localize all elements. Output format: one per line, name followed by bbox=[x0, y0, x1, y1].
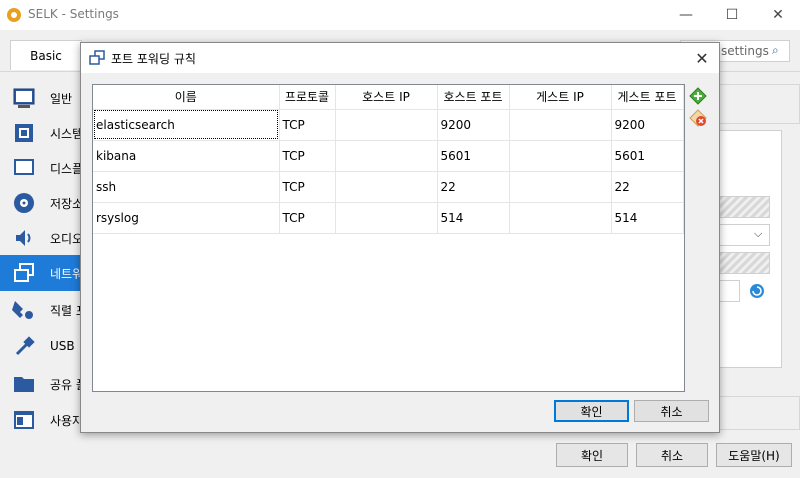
rules-table[interactable]: 이름 프로토콜 호스트 IP 호스트 포트 게스트 IP 게스트 포트 elas… bbox=[92, 84, 685, 392]
sidebar-item-audio[interactable]: 오디오 bbox=[0, 220, 83, 256]
cell-protocol[interactable]: TCP bbox=[279, 140, 336, 172]
cell-protocol[interactable]: TCP bbox=[279, 202, 336, 234]
audio-icon bbox=[16, 230, 31, 246]
cell-host-port[interactable]: 9200 bbox=[437, 109, 510, 141]
refresh-icon[interactable] bbox=[748, 282, 766, 300]
table-row[interactable]: rsyslog TCP 514 514 bbox=[93, 202, 684, 234]
cell-name[interactable]: rsyslog bbox=[93, 202, 280, 234]
minimize-button[interactable]: — bbox=[666, 0, 706, 30]
sidebar-item-user-interface[interactable]: 사용자 인터페이스 bbox=[0, 402, 142, 438]
cell-host-port[interactable]: 5601 bbox=[437, 140, 510, 172]
column-header-protocol[interactable]: 프로토콜 bbox=[279, 85, 336, 110]
cell-host-ip[interactable] bbox=[335, 202, 438, 234]
column-header-host-ip[interactable]: 호스트 IP bbox=[335, 85, 438, 110]
sidebar-item-usb[interactable]: USB bbox=[0, 329, 80, 365]
dialog-ok-button[interactable]: 확인 bbox=[554, 400, 629, 422]
sidebar: 일반 시스템 디스플레이 저장소 오디오 네트워크 직렬 포트 USB 공유 폴… bbox=[0, 72, 142, 478]
cell-guest-port[interactable]: 22 bbox=[611, 171, 684, 203]
column-header-guest-port[interactable]: 게스트 포트 bbox=[611, 85, 684, 110]
text-field[interactable] bbox=[718, 280, 740, 302]
shared-folder-icon bbox=[14, 377, 34, 392]
sidebar-item-display[interactable]: 디스플레이 bbox=[0, 150, 105, 186]
cell-guest-ip[interactable] bbox=[509, 171, 612, 203]
system-icon bbox=[15, 124, 33, 142]
network-panel-body bbox=[718, 130, 782, 368]
close-window-button[interactable]: ✕ bbox=[758, 0, 798, 30]
sidebar-item-general[interactable]: 일반 bbox=[0, 80, 80, 116]
disabled-field bbox=[718, 196, 770, 218]
cell-guest-ip[interactable] bbox=[509, 140, 612, 172]
search-icon[interactable]: ⌕ bbox=[772, 43, 779, 58]
ok-button[interactable]: 확인 bbox=[556, 443, 628, 467]
cell-host-ip[interactable] bbox=[335, 109, 438, 141]
cell-guest-ip[interactable] bbox=[509, 202, 612, 234]
close-icon[interactable]: ✕ bbox=[691, 47, 713, 69]
cell-host-port[interactable]: 514 bbox=[437, 202, 510, 234]
usb-icon bbox=[15, 336, 35, 356]
cell-name[interactable]: elasticsearch bbox=[93, 109, 280, 141]
sidebar-item-serial-port[interactable]: 직렬 포트 bbox=[0, 292, 98, 328]
serial-port-icon bbox=[12, 301, 33, 319]
cell-host-ip[interactable] bbox=[335, 140, 438, 172]
display-icon bbox=[14, 159, 34, 175]
column-header-name[interactable]: 이름 bbox=[93, 85, 280, 110]
table-row[interactable]: ssh TCP 22 22 bbox=[93, 171, 684, 203]
table-header-row: 이름 프로토콜 호스트 IP 호스트 포트 게스트 IP 게스트 포트 bbox=[93, 85, 684, 110]
sidebar-item-storage[interactable]: 저장소 bbox=[0, 185, 83, 221]
cell-name[interactable]: kibana bbox=[93, 140, 280, 172]
window-title: SELK - Settings bbox=[28, 7, 119, 21]
disabled-field-2 bbox=[718, 252, 770, 274]
network-panel-header bbox=[718, 84, 800, 124]
table-row[interactable]: elasticsearch TCP 9200 9200 bbox=[93, 109, 684, 141]
network-panel-footer bbox=[718, 396, 800, 430]
cell-guest-port[interactable]: 5601 bbox=[611, 140, 684, 172]
cell-guest-port[interactable]: 514 bbox=[611, 202, 684, 234]
cell-protocol[interactable]: TCP bbox=[279, 171, 336, 203]
sidebar-item-system[interactable]: 시스템 bbox=[0, 115, 83, 151]
tab-basic[interactable]: Basic bbox=[10, 40, 82, 70]
cell-host-ip[interactable] bbox=[335, 171, 438, 203]
maximize-button[interactable]: ☐ bbox=[712, 0, 752, 30]
cell-guest-port[interactable]: 9200 bbox=[611, 109, 684, 141]
chevron-down-icon: ⌵ bbox=[754, 227, 763, 240]
column-header-host-port[interactable]: 호스트 포트 bbox=[437, 85, 510, 110]
cell-host-port[interactable]: 22 bbox=[437, 171, 510, 203]
dialog-titlebar: 포트 포워딩 규칙 ✕ bbox=[81, 43, 719, 73]
storage-icon bbox=[14, 193, 34, 213]
sidebar-item-shared-folder[interactable]: 공유 폴더 bbox=[0, 366, 98, 402]
port-forwarding-dialog: 포트 포워딩 규칙 ✕ 이름 프로토콜 호스트 IP 호스트 포트 게스트 IP… bbox=[80, 42, 720, 433]
dialog-cancel-button[interactable]: 취소 bbox=[634, 400, 709, 422]
cell-protocol[interactable]: TCP bbox=[279, 109, 336, 141]
app-icon bbox=[7, 8, 21, 22]
dialog-title: 포트 포워딩 규칙 bbox=[111, 52, 196, 66]
remove-rule-icon[interactable] bbox=[689, 109, 707, 127]
general-icon bbox=[13, 88, 35, 108]
column-header-guest-ip[interactable]: 게스트 IP bbox=[509, 85, 612, 110]
cell-name[interactable]: ssh bbox=[93, 171, 280, 203]
network-icon bbox=[14, 263, 34, 282]
window-titlebar: SELK - Settings — ☐ ✕ bbox=[0, 0, 800, 30]
add-rule-icon[interactable] bbox=[689, 87, 707, 105]
sidebar-item-network[interactable]: 네트워크 bbox=[0, 255, 94, 291]
cell-guest-ip[interactable] bbox=[509, 109, 612, 141]
cancel-button[interactable]: 취소 bbox=[636, 443, 708, 467]
help-button[interactable]: 도움말(H) bbox=[716, 443, 792, 467]
table-row[interactable]: kibana TCP 5601 5601 bbox=[93, 140, 684, 172]
user-interface-icon bbox=[14, 411, 34, 429]
network-icon bbox=[89, 50, 105, 65]
